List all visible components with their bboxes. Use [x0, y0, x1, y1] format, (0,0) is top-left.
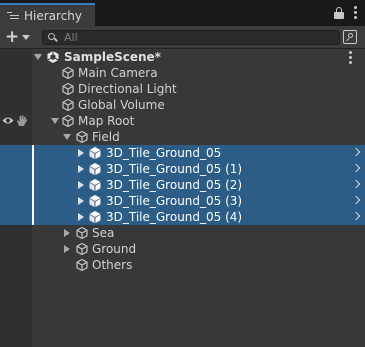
- scene-label: SampleScene*: [64, 50, 161, 64]
- tab-hierarchy[interactable]: Hierarchy: [0, 3, 95, 26]
- eye-icon[interactable]: [2, 116, 14, 125]
- kebab-menu-icon[interactable]: [353, 6, 357, 19]
- prefab-cube-icon: [89, 179, 101, 191]
- item-label: 3D_Tile_Ground_05 (2): [106, 178, 243, 192]
- scene-menu-icon[interactable]: [348, 51, 352, 64]
- search-input[interactable]: [64, 31, 324, 44]
- foldout-closed-icon[interactable]: [78, 165, 84, 173]
- hierarchy-item-ground[interactable]: Ground: [0, 241, 365, 257]
- hierarchy-item-tile-ground-05-2[interactable]: 3D_Tile_Ground_05 (2): [0, 177, 365, 193]
- hierarchy-item-sea[interactable]: Sea: [0, 225, 365, 241]
- chevron-right-icon[interactable]: [351, 195, 361, 205]
- hierarchy-item-main-camera[interactable]: Main Camera: [0, 65, 365, 81]
- selection-marker: [32, 193, 34, 209]
- item-label: 3D_Tile_Ground_05: [106, 146, 222, 160]
- tab-bar: Hierarchy: [0, 0, 365, 26]
- scene-row[interactable]: SampleScene*: [0, 49, 365, 65]
- foldout-closed-icon[interactable]: [78, 181, 84, 189]
- hierarchy-item-field[interactable]: Field: [0, 129, 365, 145]
- foldout-closed-icon[interactable]: [64, 245, 70, 253]
- hierarchy-list-icon: [7, 11, 19, 21]
- foldout-open-icon[interactable]: [51, 118, 59, 124]
- prefab-cube-icon: [89, 163, 101, 175]
- item-label: Map Root: [78, 114, 135, 128]
- chevron-right-icon[interactable]: [351, 147, 361, 157]
- item-label: Field: [92, 130, 120, 144]
- search-icon[interactable]: [48, 33, 59, 42]
- selection-marker: [32, 161, 34, 177]
- search-field[interactable]: [42, 30, 340, 45]
- foldout-closed-icon[interactable]: [78, 149, 84, 157]
- lock-icon[interactable]: [334, 6, 344, 19]
- prefab-cube-icon: [89, 211, 101, 223]
- hierarchy-toolbar: +: [0, 26, 365, 49]
- chevron-down-icon: [22, 35, 31, 40]
- item-label: Sea: [92, 226, 115, 240]
- unity-scene-icon: [47, 51, 59, 63]
- hierarchy-item-others[interactable]: Others: [0, 257, 365, 273]
- hierarchy-item-global-volume[interactable]: Global Volume: [0, 97, 365, 113]
- foldout-closed-icon[interactable]: [64, 229, 70, 237]
- item-label: Directional Light: [78, 82, 177, 96]
- hierarchy-item-tile-ground-05-4[interactable]: 3D_Tile_Ground_05 (4): [0, 209, 365, 225]
- gameobject-cube-icon: [76, 226, 88, 240]
- gameobject-cube-icon: [76, 130, 88, 144]
- hierarchy-item-directional-light[interactable]: Directional Light: [0, 81, 365, 97]
- selection-marker: [32, 209, 34, 225]
- item-label: Main Camera: [78, 66, 158, 80]
- item-label: Ground: [92, 242, 137, 256]
- plus-icon: +: [5, 27, 20, 47]
- foldout-open-icon[interactable]: [34, 54, 42, 60]
- item-label: Others: [92, 258, 133, 272]
- gameobject-cube-icon: [76, 258, 88, 272]
- chevron-right-icon[interactable]: [351, 163, 361, 173]
- item-label: 3D_Tile_Ground_05 (3): [106, 194, 243, 208]
- item-label: 3D_Tile_Ground_05 (4): [106, 210, 243, 224]
- create-dropdown-button[interactable]: +: [5, 29, 33, 46]
- hand-icon[interactable]: [16, 115, 29, 127]
- prefab-cube-icon: [89, 147, 101, 159]
- chevron-right-icon[interactable]: [351, 211, 361, 221]
- hierarchy-item-map-root[interactable]: Map Root: [0, 113, 365, 129]
- prefab-cube-icon: [89, 195, 101, 207]
- hierarchy-item-tile-ground-05[interactable]: 3D_Tile_Ground_05: [0, 145, 365, 161]
- gameobject-cube-icon: [62, 66, 74, 80]
- hierarchy-item-tile-ground-05-3[interactable]: 3D_Tile_Ground_05 (3): [0, 193, 365, 209]
- selection-marker: [32, 177, 34, 193]
- chevron-right-icon[interactable]: [351, 179, 361, 189]
- tab-hierarchy-label: Hierarchy: [24, 8, 83, 23]
- foldout-closed-icon[interactable]: [78, 197, 84, 205]
- gameobject-cube-icon: [76, 242, 88, 256]
- hierarchy-item-tile-ground-05-1[interactable]: 3D_Tile_Ground_05 (1): [0, 161, 365, 177]
- scene-search-icon[interactable]: [343, 30, 357, 44]
- selection-marker: [32, 145, 34, 161]
- gameobject-cube-icon: [62, 82, 74, 96]
- gameobject-cube-icon: [62, 98, 74, 112]
- hierarchy-window: Hierarchy + All SampleScene* Main Camera…: [0, 0, 365, 347]
- item-label: Global Volume: [78, 98, 165, 112]
- item-label: 3D_Tile_Ground_05 (1): [106, 162, 243, 176]
- foldout-closed-icon[interactable]: [78, 213, 84, 221]
- gameobject-cube-icon: [62, 114, 74, 128]
- foldout-open-icon[interactable]: [63, 134, 71, 140]
